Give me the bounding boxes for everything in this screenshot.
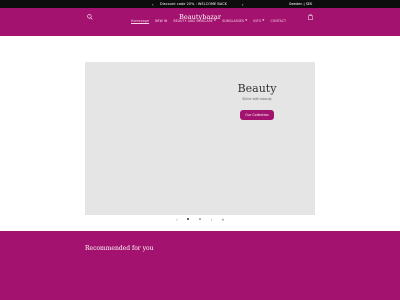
slide-prev-button[interactable]: ‹ bbox=[176, 217, 178, 222]
nav-item-label: CONTACT bbox=[270, 18, 287, 23]
nav-item-label: Homepage bbox=[131, 18, 150, 23]
slide-dot-2[interactable] bbox=[198, 218, 201, 220]
slide-next-button[interactable]: › bbox=[211, 217, 213, 222]
slide-dot-1[interactable] bbox=[187, 218, 190, 220]
recommended-title: Recommended for you bbox=[85, 245, 154, 252]
nav-item-contact[interactable]: CONTACT bbox=[270, 19, 286, 23]
slideshow-pause-button[interactable]: ⏸ bbox=[222, 217, 224, 222]
nav-item-label: NEW IN bbox=[155, 18, 168, 23]
announcement-next-button[interactable]: › bbox=[242, 2, 244, 7]
announcement-prev-button[interactable]: ‹ bbox=[152, 2, 154, 7]
nav-item-label: INFO bbox=[253, 18, 262, 23]
nav-item-info[interactable]: INFO ▼ bbox=[253, 19, 264, 23]
hero-subheading: Shine with beauty bbox=[242, 97, 272, 101]
country-selector[interactable]: Sweden | SEK bbox=[289, 2, 312, 6]
our-collection-button[interactable]: Our Collection bbox=[240, 110, 274, 120]
nav-item-sunglasses[interactable]: SUNGLASSES ▼ bbox=[222, 19, 247, 23]
nav-item-homepage[interactable]: Homepage bbox=[131, 19, 149, 23]
hero-slideshow bbox=[85, 62, 315, 215]
slideshow-controls: ‹ › ⏸ bbox=[176, 216, 224, 222]
announcement-bar: ‹ Discount code 20% : WELCOME BACK › Swe… bbox=[0, 0, 400, 8]
chevron-down-icon: ▼ bbox=[245, 19, 248, 22]
chevron-down-icon: ▼ bbox=[214, 19, 217, 22]
hero-content: Beauty Shine with beauty Our Collection bbox=[237, 82, 277, 120]
recommended-section: Recommended for you bbox=[0, 231, 400, 300]
nav-item-beauty-and-skincare[interactable]: BEAUTY AND SKINCARE ▼ bbox=[174, 19, 217, 23]
nav-item-new-in[interactable]: NEW IN bbox=[155, 19, 167, 23]
hero-heading: Beauty bbox=[237, 82, 277, 95]
nav-item-label: BEAUTY AND SKINCARE bbox=[173, 18, 213, 23]
announcement-message: Discount code 20% : WELCOME BACK bbox=[160, 2, 227, 7]
main-nav: Homepage NEW IN BEAUTY AND SKINCARE ▼ SUN… bbox=[131, 19, 286, 23]
bag-icon[interactable] bbox=[308, 14, 313, 20]
chevron-down-icon: ▼ bbox=[262, 19, 265, 22]
nav-item-label: SUNGLASSES bbox=[222, 18, 245, 23]
